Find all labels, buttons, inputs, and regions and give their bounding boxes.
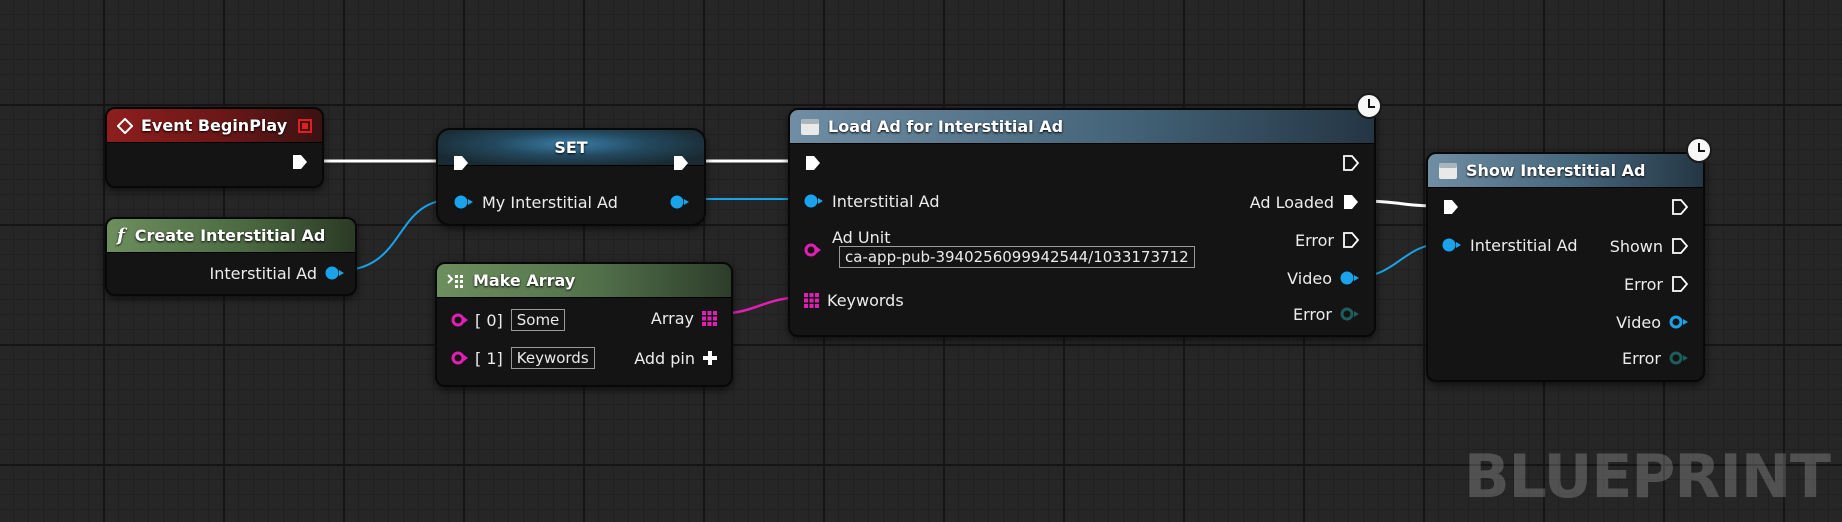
function-icon: f <box>117 225 125 246</box>
object-in-pin[interactable] <box>804 194 824 208</box>
make-array-node[interactable]: Make Array [ 0] Some [ 1] Keywords Array… <box>435 262 733 387</box>
object-out-pin[interactable] <box>1669 315 1689 329</box>
shown-label: Shown <box>1609 236 1663 256</box>
error-exec-output[interactable]: Error <box>1624 273 1689 295</box>
interstitial-ad-input[interactable]: Interstitial Ad <box>804 190 939 212</box>
keywords-label: Keywords <box>827 290 904 310</box>
set-node[interactable]: SET My Interstitial Ad <box>436 128 706 226</box>
exec-out-pin[interactable] <box>1671 237 1689 255</box>
exec-out-pin[interactable] <box>1671 198 1689 216</box>
video-label: Video <box>1287 268 1332 288</box>
load-ad-node[interactable]: Load Ad for Interstitial Ad Interstitial… <box>788 108 1376 337</box>
function-box-icon <box>801 118 819 135</box>
array-element-0-value[interactable]: Some <box>510 309 566 331</box>
object-out-pin[interactable] <box>325 266 345 280</box>
exec-in-pin[interactable] <box>1442 198 1460 216</box>
array-output-label: Array <box>650 308 694 328</box>
make-array-icon <box>447 273 463 288</box>
exec-out-pin[interactable] <box>1342 193 1360 211</box>
error-exec-label: Error <box>1624 274 1663 294</box>
error-exec-output[interactable]: Error <box>1295 229 1360 251</box>
event-begin-play-title: Event BeginPlay <box>141 116 288 135</box>
error-event-output[interactable]: Error <box>1293 303 1360 325</box>
ad-loaded-output[interactable]: Ad Loaded <box>1250 191 1360 213</box>
create-interstitial-ad-title: Create Interstitial Ad <box>134 226 326 245</box>
latent-clock-icon <box>1686 137 1712 163</box>
show-interstitial-ad-node[interactable]: Show Interstitial Ad Interstitial Ad Sho… <box>1426 152 1705 382</box>
array-element-1-input[interactable]: [ 1] Keywords <box>451 347 595 369</box>
ad-unit-label: Ad Unit <box>832 227 891 247</box>
create-interstitial-ad-header[interactable]: f Create Interstitial Ad <box>107 219 355 253</box>
error-exec-label: Error <box>1295 230 1334 250</box>
string-in-pin[interactable] <box>804 243 822 257</box>
error-event-label: Error <box>1622 348 1661 368</box>
array-out-pin[interactable] <box>702 310 717 326</box>
load-ad-title: Load Ad for Interstitial Ad <box>828 117 1064 136</box>
interstitial-ad-output[interactable]: Interstitial Ad <box>210 262 345 284</box>
object-out-pin[interactable] <box>1340 271 1360 285</box>
load-ad-header[interactable]: Load Ad for Interstitial Ad <box>790 110 1374 144</box>
string-in-pin[interactable] <box>451 313 469 327</box>
show-interstitial-ad-header[interactable]: Show Interstitial Ad <box>1428 154 1703 188</box>
delegate-out-pin[interactable] <box>1669 351 1689 365</box>
video-output[interactable]: Video <box>1287 267 1360 289</box>
exec-in-pin[interactable] <box>804 154 822 172</box>
add-pin-label: Add pin <box>634 348 695 368</box>
array-element-0-input[interactable]: [ 0] Some <box>451 309 566 331</box>
array-output[interactable]: Array <box>651 307 717 329</box>
string-in-pin[interactable] <box>451 351 469 365</box>
add-pin-button[interactable]: Add pin <box>634 347 717 369</box>
video-label: Video <box>1616 312 1661 332</box>
make-array-header[interactable]: Make Array <box>437 264 731 298</box>
keywords-input[interactable]: Keywords <box>804 289 904 311</box>
exec-in-pin[interactable] <box>452 154 470 172</box>
interstitial-ad-input-label: Interstitial Ad <box>832 191 940 211</box>
interstitial-ad-input-label: Interstitial Ad <box>1470 235 1578 255</box>
exec-out-pin[interactable] <box>291 153 309 171</box>
array-element-1-value[interactable]: Keywords <box>510 347 595 369</box>
my-interstitial-ad-input[interactable]: My Interstitial Ad <box>454 191 618 213</box>
delegate-out-pin[interactable] <box>1340 307 1360 321</box>
array-element-0-index: [ 0] <box>475 310 503 330</box>
make-array-title: Make Array <box>473 271 576 290</box>
array-element-1-index: [ 1] <box>475 348 503 368</box>
exec-out-pin[interactable] <box>1342 154 1360 172</box>
set-header[interactable]: SET <box>438 130 704 166</box>
latent-clock-icon <box>1356 93 1382 119</box>
shown-output[interactable]: Shown <box>1610 235 1689 257</box>
interstitial-ad-input[interactable]: Interstitial Ad <box>1442 234 1577 256</box>
event-diamond-icon <box>117 117 133 134</box>
plus-icon[interactable] <box>703 351 717 365</box>
delegate-square-icon[interactable] <box>298 118 312 133</box>
create-interstitial-ad-node[interactable]: f Create Interstitial Ad Interstitial Ad <box>105 217 357 296</box>
exec-out-pin[interactable] <box>1342 231 1360 249</box>
show-interstitial-ad-title: Show Interstitial Ad <box>1466 161 1646 180</box>
interstitial-ad-output-label: Interstitial Ad <box>209 263 317 283</box>
set-title: SET <box>554 138 588 157</box>
ad-loaded-label: Ad Loaded <box>1249 192 1334 212</box>
event-begin-play-node[interactable]: Event BeginPlay <box>105 107 324 188</box>
blueprint-watermark: BLUEPRINT <box>1463 442 1831 512</box>
ad-unit-value[interactable]: ca-app-pub-3940256099942544/1033173712 <box>839 246 1195 268</box>
exec-out-pin[interactable] <box>1671 275 1689 293</box>
object-in-pin[interactable] <box>1442 238 1462 252</box>
array-in-pin[interactable] <box>804 292 819 308</box>
object-out-pin[interactable] <box>670 195 690 209</box>
event-begin-play-header[interactable]: Event BeginPlay <box>107 109 322 143</box>
video-output[interactable]: Video <box>1616 311 1689 333</box>
exec-out-pin[interactable] <box>672 154 690 172</box>
object-in-pin[interactable] <box>454 195 474 209</box>
error-event-output[interactable]: Error <box>1622 347 1689 369</box>
error-event-label: Error <box>1293 304 1332 324</box>
my-interstitial-ad-label: My Interstitial Ad <box>482 192 618 212</box>
function-box-icon <box>1439 162 1457 179</box>
